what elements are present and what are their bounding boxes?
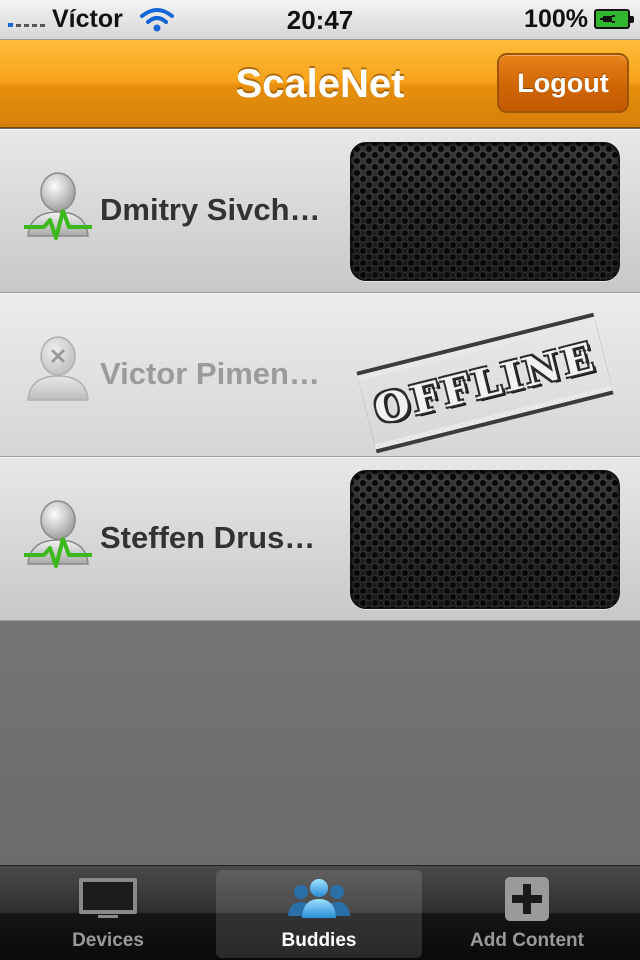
charging-plug-icon (600, 15, 615, 23)
tab-label: Add Content (470, 930, 584, 951)
monitor-icon (79, 878, 137, 918)
tab-devices[interactable]: Devices (5, 870, 211, 958)
offline-buddy-icon (27, 336, 89, 401)
online-buddy-icon (24, 500, 92, 568)
buddy-preview[interactable] (350, 142, 620, 281)
buddies-icon (288, 879, 350, 918)
plus-icon (505, 877, 549, 921)
buddy-name: Dmitry Sivch… (100, 192, 321, 227)
tab-buddies[interactable]: Buddies (216, 870, 422, 958)
online-buddy-icon (24, 172, 92, 240)
buddy-name: Steffen Drus… (100, 520, 316, 555)
navigation-bar: ScaleNet Logout (0, 40, 640, 128)
status-bar: Víctor 20:47 100% (0, 0, 640, 40)
tab-label: Buddies (281, 930, 357, 951)
tab-label: Devices (72, 930, 144, 951)
tab-bar: Devices Buddies Add Content (0, 865, 640, 960)
battery-icon (594, 9, 634, 29)
buddy-name: Victor Pimen… (100, 356, 320, 391)
tab-add-content[interactable]: Add Content (424, 870, 630, 958)
buddy-preview[interactable] (350, 470, 620, 609)
buddy-row[interactable]: Steffen Drus… (0, 457, 640, 621)
battery-percentage: 100% (524, 5, 588, 33)
buddy-row[interactable]: Dmitry Sivch… (0, 129, 640, 293)
empty-background (0, 621, 640, 865)
logout-button[interactable]: Logout (497, 53, 629, 113)
